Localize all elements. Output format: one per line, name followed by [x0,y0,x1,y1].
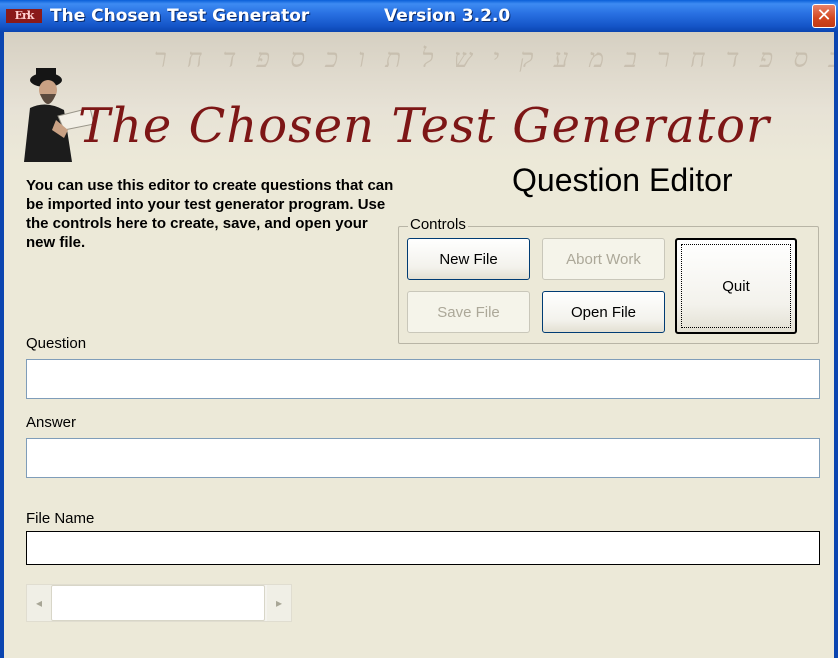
save-file-button[interactable]: Save File [407,291,530,333]
page-title: Question Editor [512,162,733,198]
window-frame-right [834,32,838,658]
focus-rectangle [681,244,791,328]
abort-work-button-label: Abort Work [566,250,641,268]
controls-group-label: Controls [408,216,468,233]
scroll-right-button[interactable]: ▸ [267,585,291,621]
app-icon[interactable]: Erk [6,9,42,23]
new-file-button[interactable]: New File [407,238,530,280]
banner: ש ל ת ו כ ס פ ד ח ר ב מ ע ק י ש ל ת ו כ … [4,32,834,162]
title-bar[interactable]: Erk The Chosen Test Generator Version 3.… [0,0,838,32]
abort-work-button[interactable]: Abort Work [542,238,665,280]
close-button[interactable]: ✕ [812,4,836,28]
arrow-right-icon: ▸ [275,596,283,610]
file-name-label: File Name [26,510,95,527]
scroll-thumb[interactable] [51,585,265,621]
arrow-left-icon: ◂ [35,596,43,610]
save-file-button-label: Save File [437,303,500,321]
banner-title: The Chosen Test Generator [78,98,770,154]
new-file-button-label: New File [439,250,498,268]
answer-input[interactable] [26,438,820,478]
file-name-input[interactable] [26,531,820,565]
close-icon: ✕ [816,5,832,26]
question-label: Question [26,335,87,352]
answer-label: Answer [26,414,77,431]
question-input[interactable] [26,359,820,399]
description-text: You can use this editor to create questi… [26,177,394,251]
open-file-button[interactable]: Open File [542,291,665,333]
scroll-left-button[interactable]: ◂ [27,585,51,621]
horizontal-scrollbar[interactable]: ◂ ▸ [26,584,292,622]
open-file-button-label: Open File [570,303,637,321]
quit-button[interactable]: Quit [675,238,797,334]
window-version: Version 3.2.0 [384,6,511,26]
window-title: The Chosen Test Generator [50,6,310,26]
